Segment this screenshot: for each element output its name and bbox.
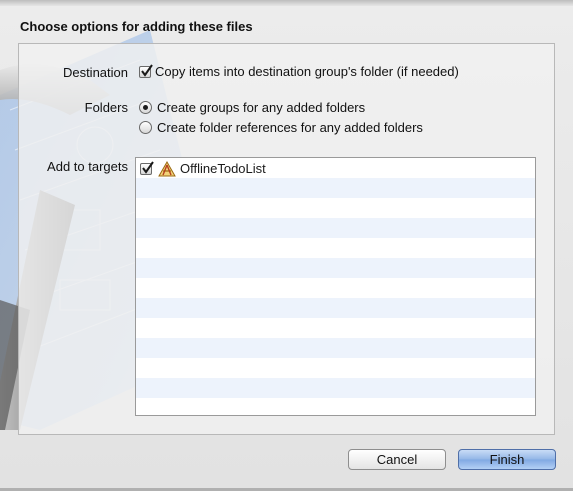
- cancel-button[interactable]: Cancel: [348, 449, 446, 470]
- target-name: OfflineTodoList: [180, 161, 266, 176]
- folders-groups-option[interactable]: Create groups for any added folders: [139, 100, 365, 115]
- folders-references-option[interactable]: Create folder references for any added f…: [139, 120, 423, 135]
- targets-list[interactable]: OfflineTodoList: [135, 157, 536, 416]
- app-target-icon: [158, 160, 176, 177]
- target-row[interactable]: OfflineTodoList: [140, 160, 266, 177]
- finish-button[interactable]: Finish: [458, 449, 556, 470]
- add-files-sheet: Choose options for adding these files De…: [0, 0, 573, 491]
- folders-references-label: Create folder references for any added f…: [157, 120, 423, 135]
- sheet-title: Choose options for adding these files: [20, 19, 253, 34]
- copy-items-label: Copy items into destination group's fold…: [155, 64, 459, 79]
- copy-items-checkbox[interactable]: [139, 63, 153, 78]
- target-checkbox[interactable]: [140, 160, 154, 175]
- folders-references-radio[interactable]: [139, 121, 152, 134]
- checkmark-icon: [141, 63, 153, 77]
- targets-label: Add to targets: [47, 159, 128, 174]
- folders-groups-label: Create groups for any added folders: [157, 100, 366, 115]
- folders-groups-radio[interactable]: [139, 101, 152, 114]
- copy-items-option[interactable]: Copy items into destination group's fold…: [139, 63, 459, 79]
- folders-label: Folders: [84, 100, 128, 115]
- checkmark-icon: [142, 160, 154, 174]
- destination-label: Destination: [62, 65, 128, 80]
